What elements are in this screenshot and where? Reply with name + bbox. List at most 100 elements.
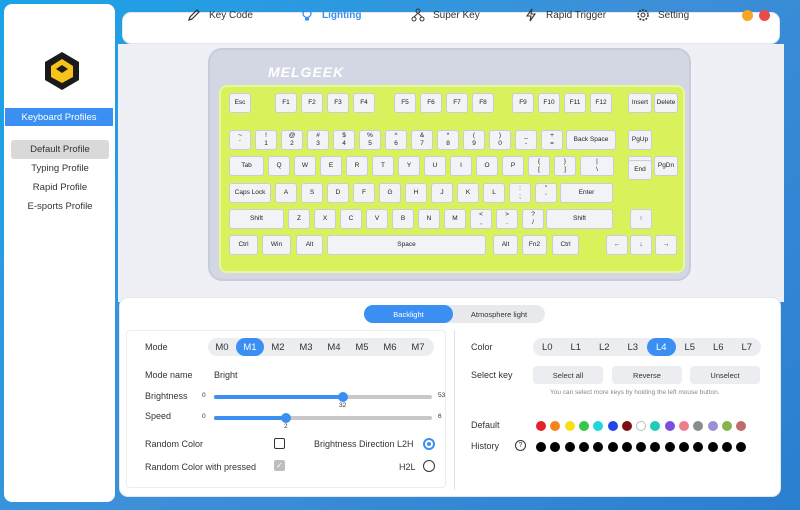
default-color-swatch[interactable] xyxy=(707,421,718,431)
default-color-swatch[interactable] xyxy=(621,421,632,431)
key-f[interactable]: F xyxy=(353,183,375,203)
key-f1[interactable]: F1 xyxy=(275,93,297,113)
key-$-4[interactable]: $ 4 xyxy=(333,130,355,150)
key-f4[interactable]: F4 xyxy=(353,93,375,113)
default-color-swatch[interactable] xyxy=(536,421,546,431)
profile-rapid[interactable]: Rapid Profile xyxy=(11,178,109,197)
profile-esports[interactable]: E-sports Profile xyxy=(11,197,109,216)
key-fn2[interactable]: Fn2 xyxy=(522,235,547,255)
default-color-swatch[interactable] xyxy=(564,421,575,431)
key-ctrl[interactable]: Ctrl xyxy=(229,235,258,255)
key-t[interactable]: T xyxy=(372,156,394,176)
history-color-swatch[interactable] xyxy=(564,442,575,452)
key-end[interactable]: End xyxy=(628,160,652,180)
tab-rapid-trigger[interactable]: Rapid Trigger xyxy=(524,0,606,30)
key-*-8[interactable]: * 8 xyxy=(437,130,459,150)
key-alt[interactable]: Alt xyxy=(493,235,518,255)
minimize-button[interactable] xyxy=(742,10,753,21)
key-g[interactable]: G xyxy=(379,183,401,203)
random-color-checkbox[interactable] xyxy=(274,438,285,449)
l2h-radio[interactable] xyxy=(423,438,435,450)
key-f2[interactable]: F2 xyxy=(301,93,323,113)
profile-default[interactable]: Default Profile xyxy=(11,140,109,159)
key-(-9[interactable]: ( 9 xyxy=(463,130,485,150)
key-f5[interactable]: F5 xyxy=(394,93,416,113)
key->-.[interactable]: > . xyxy=(496,209,518,229)
brightness-slider[interactable] xyxy=(214,392,432,402)
level-l3[interactable]: L3 xyxy=(619,338,648,356)
key-y[interactable]: Y xyxy=(398,156,420,176)
unselect-button[interactable]: Unselect xyxy=(690,366,760,384)
key-pgdn[interactable]: PgDn xyxy=(654,156,678,176)
key-o[interactable]: O xyxy=(476,156,498,176)
random-pressed-checkbox[interactable]: ✓ xyxy=(274,460,285,471)
select-all-button[interactable]: Select all xyxy=(533,366,603,384)
key-?-/[interactable]: ? / xyxy=(522,209,544,229)
h2l-radio[interactable] xyxy=(423,460,435,472)
key-:-;[interactable]: : ; xyxy=(509,183,531,203)
mode-m6[interactable]: M6 xyxy=(376,338,404,356)
key-p[interactable]: P xyxy=(502,156,524,176)
key-<-,[interactable]: < , xyxy=(470,209,492,229)
key-m[interactable]: M xyxy=(444,209,466,229)
keyboard-profiles-header[interactable]: Keyboard Profiles xyxy=(5,108,113,126)
key-~-`[interactable]: ~ ` xyxy=(229,130,251,150)
key-{-[[interactable]: { [ xyxy=(528,156,550,176)
mode-m2[interactable]: M2 xyxy=(264,338,292,356)
key-↑[interactable]: ↑ xyxy=(630,209,652,229)
key-@-2[interactable]: @ 2 xyxy=(281,130,303,150)
tab-lighting[interactable]: Lighting xyxy=(300,0,361,30)
key-&-7[interactable]: & 7 xyxy=(411,130,433,150)
level-l0[interactable]: L0 xyxy=(533,338,562,356)
key-j[interactable]: J xyxy=(431,183,453,203)
profile-typing[interactable]: Typing Profile xyxy=(11,159,109,178)
key-win[interactable]: Win xyxy=(262,235,291,255)
key-caps-lock[interactable]: Caps Lock xyxy=(229,183,271,203)
key-c[interactable]: C xyxy=(340,209,362,229)
close-button[interactable] xyxy=(759,10,770,21)
key-shift[interactable]: Shift xyxy=(546,209,613,229)
history-color-swatch[interactable] xyxy=(664,442,675,452)
key-f11[interactable]: F11 xyxy=(564,93,586,113)
key-f6[interactable]: F6 xyxy=(420,93,442,113)
key-↓[interactable]: ↓ xyxy=(630,235,652,255)
default-color-swatch[interactable] xyxy=(578,421,589,431)
mode-m1[interactable]: M1 xyxy=(236,338,264,356)
key-←[interactable]: ← xyxy=(606,235,628,255)
mode-m3[interactable]: M3 xyxy=(292,338,320,356)
key-f3[interactable]: F3 xyxy=(327,93,349,113)
key-u[interactable]: U xyxy=(424,156,446,176)
brightness-knob[interactable] xyxy=(338,392,348,402)
tab-atmosphere-light[interactable]: Atmosphere light xyxy=(453,305,545,323)
key-delete[interactable]: Delete xyxy=(654,93,678,113)
key-f7[interactable]: F7 xyxy=(446,93,468,113)
history-color-swatch[interactable] xyxy=(707,442,718,452)
key-^-6[interactable]: ^ 6 xyxy=(385,130,407,150)
key-i[interactable]: I xyxy=(450,156,472,176)
key-alt[interactable]: Alt xyxy=(296,235,323,255)
key-"-'[interactable]: " ' xyxy=(535,183,557,203)
key-v[interactable]: V xyxy=(366,209,388,229)
history-color-swatch[interactable] xyxy=(679,442,689,452)
key-l[interactable]: L xyxy=(483,183,505,203)
key-a[interactable]: A xyxy=(275,183,297,203)
level-l7[interactable]: L7 xyxy=(733,338,762,356)
level-l4[interactable]: L4 xyxy=(647,338,676,356)
mode-m7[interactable]: M7 xyxy=(404,338,432,356)
level-l2[interactable]: L2 xyxy=(590,338,619,356)
default-color-swatch[interactable] xyxy=(679,421,689,431)
key-f12[interactable]: F12 xyxy=(590,93,612,113)
key-esc[interactable]: Esc xyxy=(229,93,251,113)
help-icon[interactable]: ? xyxy=(515,440,526,451)
key-h[interactable]: H xyxy=(405,183,427,203)
speed-slider[interactable] xyxy=(214,413,432,423)
key-d[interactable]: D xyxy=(327,183,349,203)
history-color-swatch[interactable] xyxy=(607,442,618,452)
key-ctrl[interactable]: Ctrl xyxy=(552,235,579,255)
key-enter[interactable]: Enter xyxy=(560,183,613,203)
level-l5[interactable]: L5 xyxy=(676,338,705,356)
key-)-0[interactable]: ) 0 xyxy=(489,130,511,150)
key-pgup[interactable]: PgUp xyxy=(628,130,652,150)
history-color-swatch[interactable] xyxy=(621,442,632,452)
default-color-swatch[interactable] xyxy=(607,421,618,431)
